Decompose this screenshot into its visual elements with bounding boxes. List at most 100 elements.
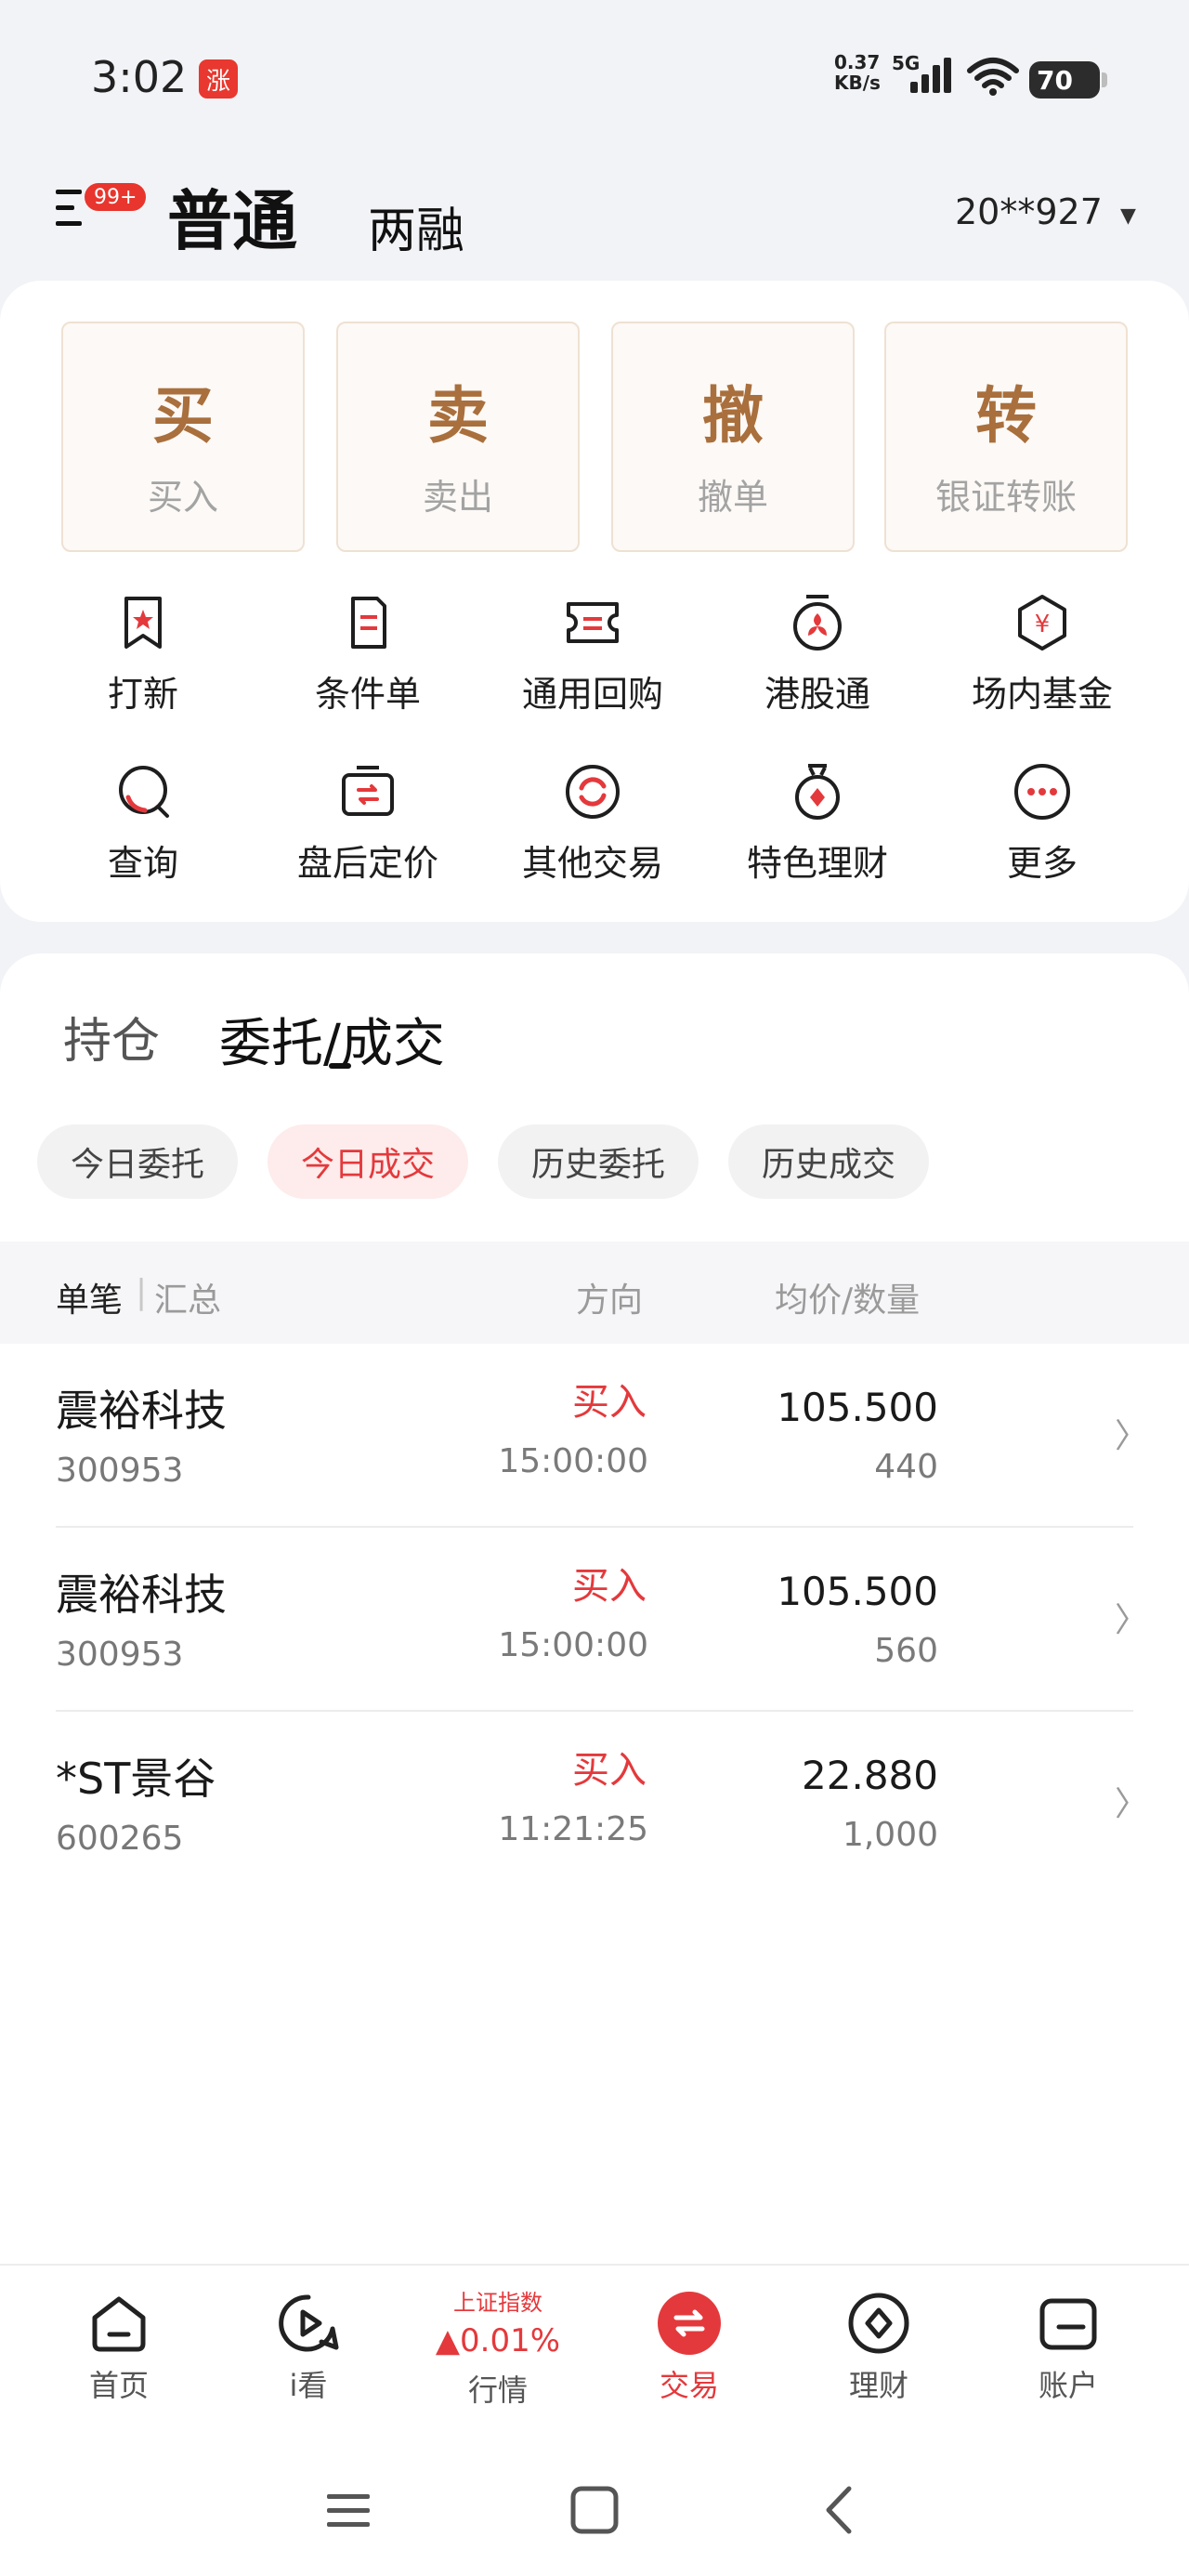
search-icon: [119, 766, 169, 818]
grid-after-hours[interactable]: 盘后定价: [275, 762, 461, 886]
header-avg-qty: 均价/数量: [775, 1281, 921, 1320]
grid-query[interactable]: 查询: [50, 762, 236, 886]
video-play-icon: [279, 2294, 339, 2352]
buy-button[interactable]: 买 买入: [61, 322, 305, 552]
bottom-nav: 首页 i看 上证指数 ▲0.01% 行情 交易 理财 账户: [0, 2264, 1189, 2440]
nav-watch-label: i看: [289, 2368, 328, 2403]
account-selector[interactable]: 20**927: [955, 191, 1103, 232]
stock-code: 600265: [56, 1820, 184, 1858]
pill-today-orders[interactable]: 今日委托: [37, 1124, 239, 1199]
grid-more[interactable]: 更多: [949, 762, 1135, 886]
trade-time: 15:00:00: [498, 1626, 648, 1664]
buy-char: 买: [152, 380, 214, 452]
market-index-title: 上证指数: [453, 2290, 542, 2316]
pill-today-deals[interactable]: 今日成交: [268, 1124, 469, 1199]
signal-icon: [910, 58, 951, 93]
repo-icon: [567, 602, 619, 643]
grid-repo[interactable]: 通用回购: [500, 593, 686, 716]
table-row[interactable]: 震裕科技 300953 买入 15:00:00 105.500 440 〉: [0, 1344, 1189, 1528]
header-summary[interactable]: 汇总: [154, 1273, 221, 1321]
cancel-label: 撤单: [697, 477, 768, 518]
chevron-right-icon: 〉: [1115, 1417, 1149, 1455]
after-hours-icon: [342, 766, 394, 816]
status-bar: 3:02 涨 0.37 KB/s 5G 70: [0, 0, 1189, 158]
nav-account[interactable]: 账户: [994, 2290, 1143, 2405]
app-notification-icon: 涨: [199, 59, 238, 99]
account-icon: [1039, 2298, 1097, 2350]
stock-code: 300953: [56, 1636, 184, 1674]
avg-price: 105.500: [777, 1569, 938, 1614]
net-speed-value: 0.37: [834, 51, 881, 73]
grid-more-label: 更多: [1006, 843, 1078, 884]
wealth-icon: [795, 764, 840, 820]
back-icon[interactable]: [808, 2477, 873, 2543]
header-direction: 方向: [576, 1281, 644, 1320]
segment-underline: [329, 1063, 351, 1069]
nav-market[interactable]: 上证指数 ▲0.01% 行情: [416, 2284, 580, 2410]
nav-home[interactable]: 首页: [45, 2290, 193, 2405]
trade-time: 11:21:25: [498, 1810, 648, 1848]
avg-price: 22.880: [802, 1753, 938, 1798]
header-separator: |: [136, 1273, 148, 1311]
trade-quantity: 1,000: [842, 1816, 938, 1854]
more-icon: [1014, 764, 1070, 820]
home-square-icon[interactable]: [562, 2477, 627, 2543]
grid-ipo-label: 打新: [107, 674, 178, 715]
transfer-label: 银证转账: [934, 477, 1077, 518]
bank-transfer-button[interactable]: 转 银证转账: [884, 322, 1128, 552]
net-speed-unit: KB/s: [834, 72, 881, 94]
table-row[interactable]: *ST景谷 600265 买入 11:21:25 22.880 1,000 〉: [0, 1712, 1189, 1896]
nav-watch[interactable]: i看: [234, 2290, 383, 2405]
nav-home-label: 首页: [88, 2368, 149, 2403]
grid-ipo[interactable]: 打新: [50, 593, 236, 716]
nav-market-label: 行情: [467, 2372, 528, 2408]
grid-hk-label: 港股通: [764, 674, 870, 715]
nav-wealth[interactable]: 理财: [804, 2290, 953, 2405]
condition-order-icon: [351, 597, 386, 649]
grid-fund-label: 场内基金: [971, 674, 1113, 715]
stock-name: 震裕科技: [56, 1570, 227, 1620]
grid-repo-label: 通用回购: [521, 674, 663, 715]
nav-account-label: 账户: [1038, 2368, 1098, 2403]
nav-wealth-label: 理财: [848, 2368, 908, 2403]
trade-quantity: 560: [874, 1632, 938, 1670]
nav-trade-label: 交易: [659, 2368, 719, 2403]
sell-label: 卖出: [422, 477, 493, 518]
buy-label: 买入: [147, 477, 218, 518]
market-index-value: ▲0.01%: [435, 2322, 561, 2359]
sell-button[interactable]: 卖 卖出: [336, 322, 580, 552]
recent-apps-icon[interactable]: [316, 2477, 381, 2543]
grid-query-label: 查询: [107, 843, 178, 884]
chevron-right-icon: 〉: [1115, 1601, 1149, 1639]
pill-history-orders[interactable]: 历史委托: [498, 1124, 699, 1199]
nav-trade[interactable]: 交易: [615, 2290, 764, 2405]
cancel-order-button[interactable]: 撤 撤单: [611, 322, 855, 552]
svg-text:¥: ¥: [1035, 611, 1051, 638]
grid-condition-label: 条件单: [314, 674, 421, 715]
grid-wealth[interactable]: 特色理财: [725, 762, 910, 886]
caret-down-icon[interactable]: ▼: [1120, 204, 1136, 228]
grid-wealth-label: 特色理财: [746, 843, 888, 884]
trade-quantity: 440: [874, 1448, 938, 1486]
menu-badge: 99+: [82, 180, 150, 214]
stock-name: 震裕科技: [56, 1386, 227, 1436]
tab-normal[interactable]: 普通: [167, 169, 297, 263]
wealth-diamond-icon: [848, 2293, 909, 2354]
chevron-right-icon: 〉: [1115, 1785, 1149, 1823]
battery-level: 70: [1037, 64, 1073, 96]
segment-holdings[interactable]: 持仓: [63, 1002, 160, 1071]
trade-action-card: 买 买入 卖 卖出 撤 撤单 转 银证转账 打新 条件单 通用回购 港股通 ¥ …: [0, 281, 1189, 922]
grid-fund[interactable]: ¥ 场内基金: [949, 593, 1135, 716]
battery-icon: 70: [1029, 61, 1107, 99]
transfer-char: 转: [975, 380, 1037, 452]
net-speed: 0.37 KB/s: [834, 52, 881, 93]
tab-margin[interactable]: 两融: [368, 191, 464, 261]
grid-hk-connect[interactable]: 港股通: [725, 593, 910, 716]
stock-code: 300953: [56, 1452, 184, 1490]
pill-history-deals[interactable]: 历史成交: [728, 1124, 930, 1199]
header-single[interactable]: 单笔: [56, 1273, 123, 1321]
grid-condition-order[interactable]: 条件单: [275, 593, 461, 716]
grid-after-hours-label: 盘后定价: [296, 843, 438, 884]
grid-other-trade[interactable]: 其他交易: [500, 762, 686, 886]
table-row[interactable]: 震裕科技 300953 买入 15:00:00 105.500 560 〉: [0, 1528, 1189, 1712]
